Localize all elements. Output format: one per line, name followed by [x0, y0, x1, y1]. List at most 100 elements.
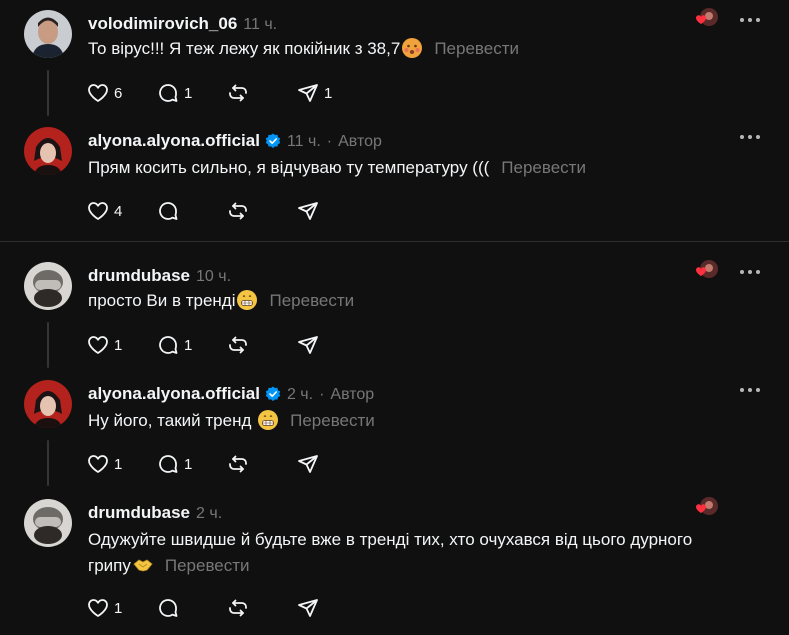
repost-icon: [226, 596, 250, 620]
share-icon: [296, 333, 320, 357]
like-button[interactable]: 1: [86, 452, 142, 476]
avatar[interactable]: [24, 380, 72, 428]
thread-line: [47, 322, 49, 368]
comment-header: volodimirovich_06 11 ч.: [88, 14, 277, 34]
avatar[interactable]: [24, 127, 72, 175]
more-icon[interactable]: [740, 18, 762, 24]
action-bar: 1 1: [86, 332, 366, 358]
translate-link[interactable]: Перевести: [269, 291, 354, 310]
reply-count: 1: [184, 84, 193, 102]
separator: ·: [319, 386, 325, 403]
share-button[interactable]: [296, 596, 352, 620]
like-button[interactable]: 4: [86, 199, 142, 223]
comment-icon: [156, 81, 180, 105]
thread-line: [47, 440, 49, 486]
repost-button[interactable]: [226, 333, 282, 357]
timestamp[interactable]: 2 ч.: [196, 505, 222, 522]
username[interactable]: alyona.alyona.official: [88, 384, 260, 403]
timestamp[interactable]: 10 ч.: [196, 268, 231, 285]
share-count: 1: [324, 84, 333, 102]
heart-icon: [86, 596, 110, 620]
comment-icon: [156, 452, 180, 476]
heart-icon: [86, 199, 110, 223]
liked-by-author-icon: [690, 260, 722, 284]
like-button[interactable]: 1: [86, 596, 142, 620]
share-icon: [296, 199, 320, 223]
like-button[interactable]: 1: [86, 333, 142, 357]
comment-text: Одужуйте швидше й будьте вже в тренді ти…: [88, 530, 693, 575]
username[interactable]: drumdubase: [88, 266, 190, 285]
more-icon[interactable]: [740, 270, 762, 276]
reply-button[interactable]: [156, 199, 212, 223]
comment-icon: [156, 199, 180, 223]
avatar[interactable]: [24, 499, 72, 547]
thread-line: [47, 70, 49, 116]
action-bar: 6 1 1: [86, 80, 366, 106]
separator: ·: [326, 133, 333, 150]
repost-button[interactable]: [226, 452, 282, 476]
author-badge: Автор: [338, 133, 382, 150]
author-badge: Автор: [330, 386, 375, 403]
username[interactable]: alyona.alyona.official: [88, 131, 260, 150]
translate-link[interactable]: Перевести: [501, 158, 586, 177]
comment-header: drumdubase 10 ч.: [88, 266, 231, 286]
username[interactable]: drumdubase: [88, 503, 190, 522]
avatar[interactable]: [24, 262, 72, 310]
thread-divider: [0, 241, 789, 242]
reply-count: 1: [184, 336, 193, 354]
like-count: 1: [114, 336, 123, 354]
like-count: 1: [114, 455, 123, 473]
action-bar: 4: [86, 198, 366, 224]
liked-by-author-icon: [690, 497, 722, 521]
reply-button[interactable]: 1: [156, 333, 212, 357]
verified-icon: [265, 133, 281, 154]
timestamp[interactable]: 11 ч.: [287, 133, 321, 150]
comment-header: alyona.alyona.official 11 ч. · Автор: [88, 131, 382, 154]
timestamp[interactable]: 11 ч.: [243, 16, 277, 33]
comment-text: просто Ви в тренді Перевести: [88, 290, 355, 310]
more-icon[interactable]: [740, 135, 762, 141]
comment-header: drumdubase 2 ч.: [88, 503, 222, 523]
share-icon: [296, 81, 320, 105]
repost-button[interactable]: [226, 81, 282, 105]
heart-icon: [86, 333, 110, 357]
repost-button[interactable]: [226, 199, 282, 223]
repost-icon: [226, 81, 250, 105]
share-button[interactable]: [296, 452, 352, 476]
reply-button[interactable]: 1: [156, 81, 212, 105]
comment-header: alyona.alyona.official 2 ч. · Автор: [88, 384, 374, 407]
verified-icon: [265, 386, 281, 407]
reply-count: 1: [184, 455, 193, 473]
like-count: 4: [114, 202, 123, 220]
translate-link[interactable]: Перевести: [165, 556, 250, 575]
comment-icon: [156, 596, 180, 620]
reply-button[interactable]: 1: [156, 452, 212, 476]
like-button[interactable]: 6: [86, 81, 142, 105]
share-icon: [296, 452, 320, 476]
comment-icon: [156, 333, 180, 357]
like-count: 1: [114, 599, 123, 617]
heart-icon: [86, 452, 110, 476]
more-icon[interactable]: [740, 388, 762, 394]
timestamp[interactable]: 2 ч.: [287, 386, 313, 403]
repost-icon: [226, 452, 250, 476]
repost-icon: [226, 199, 250, 223]
share-button[interactable]: 1: [296, 81, 352, 105]
share-button[interactable]: [296, 333, 352, 357]
reply-button[interactable]: [156, 596, 212, 620]
grimacing-emoji: [237, 290, 258, 310]
comment-text: Ну його, такий тренд Перевести: [88, 410, 375, 430]
username[interactable]: volodimirovich_06: [88, 14, 237, 33]
comment-text: Прям косить сильно, я відчуваю ту темпер…: [88, 158, 586, 177]
action-bar: 1 1: [86, 451, 366, 477]
repost-button[interactable]: [226, 596, 282, 620]
repost-icon: [226, 333, 250, 357]
translate-link[interactable]: Перевести: [434, 39, 519, 58]
like-count: 6: [114, 84, 123, 102]
handshake-emoji: [133, 555, 153, 575]
hot-face-emoji: [402, 38, 423, 58]
avatar[interactable]: [24, 10, 72, 58]
share-button[interactable]: [296, 199, 352, 223]
share-icon: [296, 596, 320, 620]
translate-link[interactable]: Перевести: [290, 411, 375, 430]
